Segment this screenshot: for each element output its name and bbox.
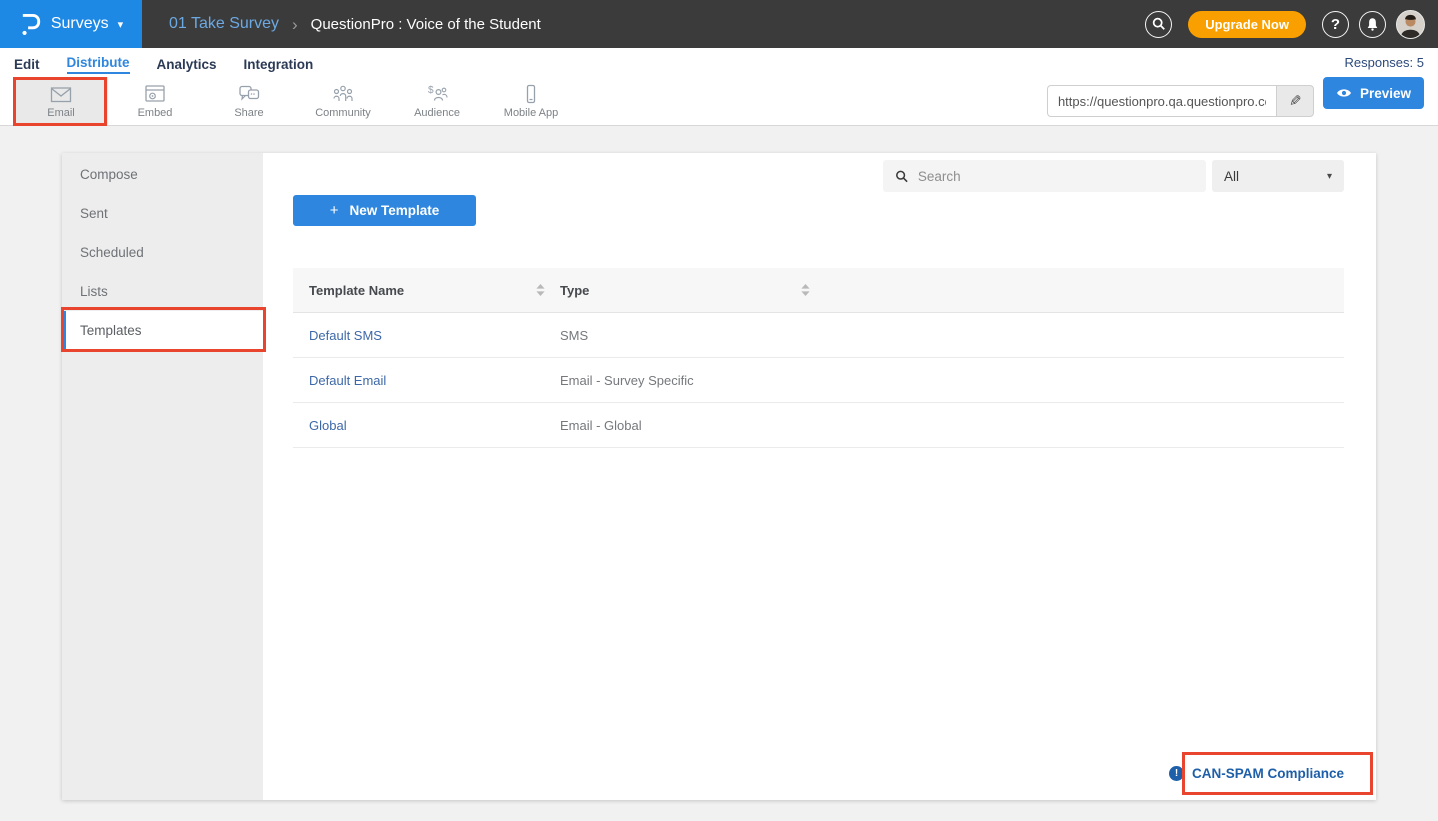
user-avatar[interactable] [1396,10,1425,39]
plus-icon: + [330,202,339,219]
breadcrumb-survey-name[interactable]: 01 Take Survey [169,15,279,33]
breadcrumb-page-title: QuestionPro : Voice of the Student [311,16,541,33]
toolbar-item-embed[interactable]: Embed [108,77,202,125]
notifications-button[interactable] [1359,11,1386,38]
breadcrumb: 01 Take Survey › QuestionPro : Voice of … [169,15,541,33]
chevron-right-icon: › [292,16,298,33]
column-header-type: Type [560,283,589,298]
toolbar-item-share[interactable]: Share [202,77,296,125]
template-name-link[interactable]: Default SMS [309,328,560,343]
question-mark-icon: ? [1331,16,1340,33]
caret-down-icon: ▾ [1327,171,1332,182]
edit-url-button[interactable]: ✎ [1276,85,1314,117]
dollar-glyph: $ [428,85,434,96]
template-type: Email - Survey Specific [560,373,694,388]
embed-icon [143,84,167,104]
template-type: Email - Global [560,418,642,433]
surveys-menu-button[interactable]: Surveys ▾ [0,0,142,48]
audience-icon: $ [425,84,449,104]
email-icon [49,84,73,104]
search-icon [1152,17,1166,31]
sort-icon[interactable] [536,284,545,296]
sort-icon[interactable] [801,284,810,296]
caret-down-icon: ▾ [118,18,124,31]
search-button[interactable] [1145,11,1172,38]
column-header-template-name: Template Name [309,283,404,298]
table-row: Default SMS SMS [293,313,1344,358]
tab-distribute[interactable]: Distribute [67,52,130,74]
toolbar-item-label: Embed [138,107,173,119]
preview-label: Preview [1360,86,1411,101]
template-type: SMS [560,328,588,343]
toolbar-item-label: Share [234,107,263,119]
avatar-photo [1397,11,1424,38]
tab-edit[interactable]: Edit [14,54,40,72]
table-row: Global Email - Global [293,403,1344,448]
sidebar-item-compose[interactable]: Compose [62,155,263,194]
template-name-link[interactable]: Global [309,418,560,433]
table-header-row: Template Name Type [293,268,1344,313]
sidebar-item-templates[interactable]: Templates [62,311,263,350]
template-search-box [883,160,1206,192]
sidebar-item-sent[interactable]: Sent [62,194,263,233]
type-filter-dropdown[interactable]: All ▾ [1212,160,1344,192]
sidebar-item-scheduled[interactable]: Scheduled [62,233,263,272]
topbar-actions: Upgrade Now ? [1145,10,1425,39]
template-search-input[interactable] [918,169,1194,184]
toolbar-item-label: Email [47,107,75,119]
pencil-icon: ✎ [1289,92,1302,110]
toolbar-item-label: Audience [414,107,460,119]
type-filter-value: All [1224,169,1239,184]
mobile-app-icon [519,84,543,104]
tab-analytics[interactable]: Analytics [157,54,217,72]
tab-integration[interactable]: Integration [244,54,314,72]
content-panel: Compose Sent Scheduled Lists Templates A… [62,153,1376,800]
search-icon [895,169,909,184]
app-root: { "topbar": { "brand_label": "Surveys", … [0,0,1438,821]
new-template-label: New Template [349,203,439,218]
toolbar-item-community[interactable]: Community [296,77,390,125]
distribute-toolbar: Email Embed Share Community [0,77,1438,126]
templates-table: Template Name Type Default SMS SMS [293,268,1344,448]
preview-button[interactable]: Preview [1323,77,1424,109]
canspam-compliance-link[interactable]: ! CAN-SPAM Compliance [1169,766,1344,781]
toolbar-item-label: Mobile App [504,107,558,119]
brand-label: Surveys [51,15,109,33]
info-icon: ! [1169,766,1184,781]
community-icon [331,84,355,104]
toolbar-item-email[interactable]: Email [14,77,108,125]
templates-main: All ▾ + New Template Template Name Type [263,153,1376,800]
template-name-link[interactable]: Default Email [309,373,560,388]
upgrade-now-label: Upgrade Now [1205,17,1289,32]
help-button[interactable]: ? [1322,11,1349,38]
top-bar: Surveys ▾ 01 Take Survey › QuestionPro :… [0,0,1438,48]
new-template-button[interactable]: + New Template [293,195,476,226]
toolbar-item-mobile-app[interactable]: Mobile App [484,77,578,125]
survey-url-input[interactable] [1047,85,1276,117]
responses-count[interactable]: Responses: 5 [1345,55,1425,70]
share-icon [237,84,261,104]
questionpro-logo-icon [19,12,42,37]
toolbar-item-audience[interactable]: $ Audience [390,77,484,125]
upgrade-now-button[interactable]: Upgrade Now [1188,11,1306,38]
survey-nav-tabs: Edit Distribute Analytics Integration Re… [0,48,1438,77]
canspam-label: CAN-SPAM Compliance [1192,766,1344,781]
table-row: Default Email Email - Survey Specific [293,358,1344,403]
bell-icon [1365,16,1380,32]
toolbar-item-label: Community [315,107,371,119]
sidebar-item-lists[interactable]: Lists [62,272,263,311]
email-sidebar: Compose Sent Scheduled Lists Templates [62,153,263,800]
eye-icon [1336,87,1352,99]
survey-url-group: ✎ [1047,85,1314,117]
